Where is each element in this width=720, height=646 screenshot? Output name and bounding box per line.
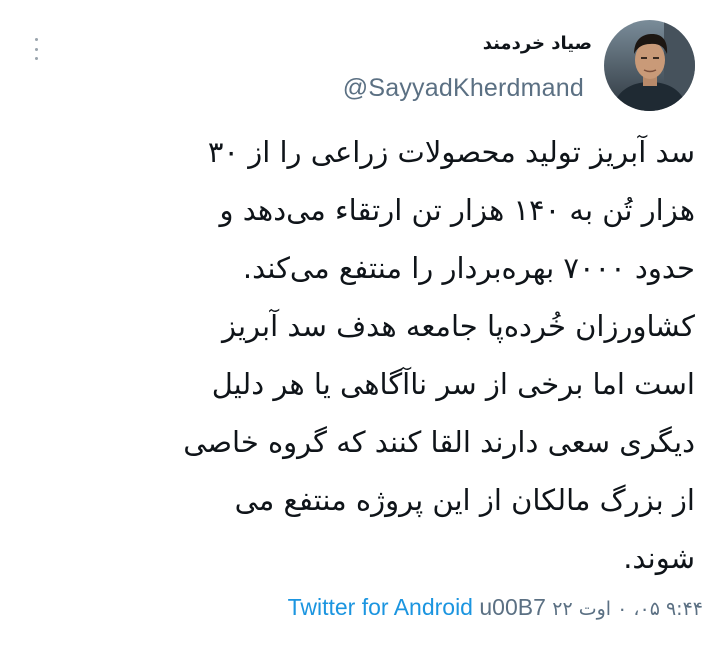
tweet-card: صیاد خردمند @SayyadKherdmand سد آبریز تو… <box>0 0 720 646</box>
tweet-text: سد آبریز تولید محصولات زراعی را از ۳۰ هز… <box>183 135 695 575</box>
avatar-photo <box>604 20 695 111</box>
meta-separator: u00B7 <box>479 594 546 620</box>
avatar[interactable] <box>604 20 695 111</box>
display-name[interactable]: صیاد خردمند <box>483 33 592 54</box>
user-handle[interactable]: @SayyadKherdmand <box>343 74 584 103</box>
tweet-meta: Twitter for Android u00B7 ۹:۴۴ ۰۵، ۰ اوت… <box>288 594 703 621</box>
source-link[interactable]: Twitter for Android <box>288 594 473 620</box>
timestamp[interactable]: ۹:۴۴ ۰۵، ۰ اوت ۲۲ <box>552 598 703 620</box>
more-options-icon[interactable] <box>29 38 43 60</box>
